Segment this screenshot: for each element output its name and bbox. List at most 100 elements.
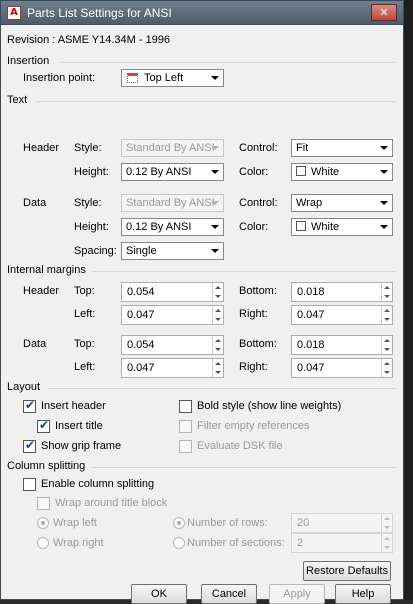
chevron-down-icon <box>380 201 388 205</box>
section-divider <box>37 101 395 102</box>
header-right-label: Right: <box>239 308 268 320</box>
insert-title-checkbox[interactable]: ✔ <box>37 418 50 433</box>
bold-style-label: Bold style (show line weights) <box>197 400 342 412</box>
help-button[interactable]: Help <box>335 584 391 604</box>
checkmark-icon: ✔ <box>39 418 50 432</box>
radio-selected-icon <box>41 521 45 525</box>
data-right-input[interactable]: 0.047 <box>291 358 393 378</box>
data-style-value: Standard By ANSI <box>126 197 215 209</box>
data-top-input[interactable]: 0.054 <box>121 335 224 355</box>
section-divider <box>47 388 395 389</box>
data-height-select[interactable]: 0.12 By ANSI <box>121 218 224 236</box>
insert-title-label: Insert title <box>55 420 103 432</box>
wrap-around-label: Wrap around title block <box>55 497 168 509</box>
wrap-right-radio[interactable] <box>37 537 49 549</box>
color-swatch-icon <box>296 166 306 176</box>
data-style-select[interactable]: Standard By ANSI <box>121 194 224 212</box>
header-top-label: Top: <box>74 285 95 297</box>
spinner-arrows-icon[interactable] <box>381 306 392 324</box>
wrap-around-checkbox[interactable] <box>37 497 50 510</box>
section-column-splitting: Column splitting <box>7 460 86 472</box>
header-height-select[interactable]: 0.12 By ANSI <box>121 163 224 181</box>
data-bottom-label: Bottom: <box>239 338 277 350</box>
header-right-input[interactable]: 0.047 <box>291 305 393 325</box>
header-left-value: 0.047 <box>127 309 155 321</box>
number-of-rows-radio[interactable] <box>173 517 185 529</box>
restore-defaults-button[interactable]: Restore Defaults <box>303 561 391 581</box>
header-control-select[interactable]: Fit <box>291 139 393 157</box>
section-layout: Layout <box>7 381 41 393</box>
spinner-arrows-icon[interactable] <box>212 359 223 377</box>
spinner-arrows-icon[interactable] <box>381 534 392 552</box>
title-bar[interactable]: A Parts List Settings for ANSI ✕ <box>1 1 403 25</box>
top-left-icon <box>127 73 138 83</box>
revision-label: Revision : ASME Y14.34M - 1996 <box>7 34 171 46</box>
autocad-app-icon: A <box>7 6 21 20</box>
close-icon[interactable]: ✕ <box>371 4 397 21</box>
header-height-value: 0.12 By ANSI <box>126 166 192 178</box>
insertion-point-select[interactable]: Top Left <box>121 69 224 87</box>
header-bottom-input[interactable]: 0.018 <box>291 282 393 302</box>
header-left-input[interactable]: 0.047 <box>121 305 224 325</box>
spinner-arrows-icon[interactable] <box>381 336 392 354</box>
spinner-arrows-icon[interactable] <box>212 283 223 301</box>
data-right-value: 0.047 <box>297 362 325 374</box>
section-divider <box>93 271 395 272</box>
data-color-value: White <box>311 221 340 233</box>
rows-value: 20 <box>297 517 310 529</box>
data-bottom-input[interactable]: 0.018 <box>291 335 393 355</box>
header-control-value: Fit <box>296 142 309 154</box>
show-grip-frame-label: Show grip frame <box>41 440 122 452</box>
data-control-value: Wrap <box>296 197 323 209</box>
wrap-left-radio[interactable] <box>37 517 49 529</box>
text-data-label: Data <box>23 197 47 209</box>
data-control-select[interactable]: Wrap <box>291 194 393 212</box>
spinner-arrows-icon[interactable] <box>381 359 392 377</box>
chevron-down-icon <box>211 146 219 150</box>
data-left-input[interactable]: 0.047 <box>121 358 224 378</box>
spinner-arrows-icon[interactable] <box>381 283 392 301</box>
spinner-arrows-icon[interactable] <box>212 306 223 324</box>
header-color-label: Color: <box>239 166 269 178</box>
header-bottom-value: 0.018 <box>297 286 325 298</box>
data-spacing-select[interactable]: Single <box>121 242 224 260</box>
number-of-sections-input[interactable]: 2 <box>291 533 393 553</box>
header-style-select[interactable]: Standard By ANSI <box>121 139 224 157</box>
data-style-label: Style: <box>74 197 102 209</box>
sections-value: 2 <box>297 537 304 549</box>
section-internal-margins: Internal margins <box>7 264 86 276</box>
number-of-rows-label: Number of rows: <box>187 517 268 529</box>
chevron-down-icon <box>211 225 219 229</box>
header-style-label: Style: <box>74 142 102 154</box>
number-of-sections-radio[interactable] <box>173 537 185 549</box>
enable-column-splitting-label: Enable column splitting <box>41 478 155 490</box>
bold-style-checkbox[interactable] <box>179 400 192 413</box>
ok-button[interactable]: OK <box>131 584 187 604</box>
filter-empty-checkbox[interactable] <box>179 420 192 433</box>
chevron-down-icon <box>211 170 219 174</box>
section-text: Text <box>7 94 28 106</box>
spinner-arrows-icon[interactable] <box>212 336 223 354</box>
cancel-button[interactable]: Cancel <box>201 584 257 604</box>
margins-data-label: Data <box>23 338 47 350</box>
spinner-arrows-icon[interactable] <box>381 514 392 532</box>
header-height-label: Height: <box>74 166 109 178</box>
header-control-label: Control: <box>239 142 278 154</box>
enable-column-splitting-checkbox[interactable] <box>23 478 36 491</box>
data-top-value: 0.054 <box>127 339 155 351</box>
header-color-select[interactable]: White <box>291 163 393 181</box>
window-title: Parts List Settings for ANSI <box>27 6 172 20</box>
data-spacing-label: Spacing: <box>74 245 117 257</box>
evaluate-dsk-checkbox[interactable] <box>179 440 192 453</box>
evaluate-dsk-label: Evaluate DSK file <box>197 440 283 452</box>
apply-button[interactable]: Apply <box>269 584 325 604</box>
wrap-right-label: Wrap right <box>53 537 104 549</box>
insertion-point-value: Top Left <box>144 72 184 84</box>
insert-header-checkbox[interactable]: ✔ <box>23 398 36 413</box>
data-color-select[interactable]: White <box>291 218 393 236</box>
number-of-rows-input[interactable]: 20 <box>291 513 393 533</box>
data-right-label: Right: <box>239 361 268 373</box>
radio-selected-icon <box>177 521 181 525</box>
show-grip-frame-checkbox[interactable]: ✔ <box>23 438 36 453</box>
header-top-input[interactable]: 0.054 <box>121 282 224 302</box>
